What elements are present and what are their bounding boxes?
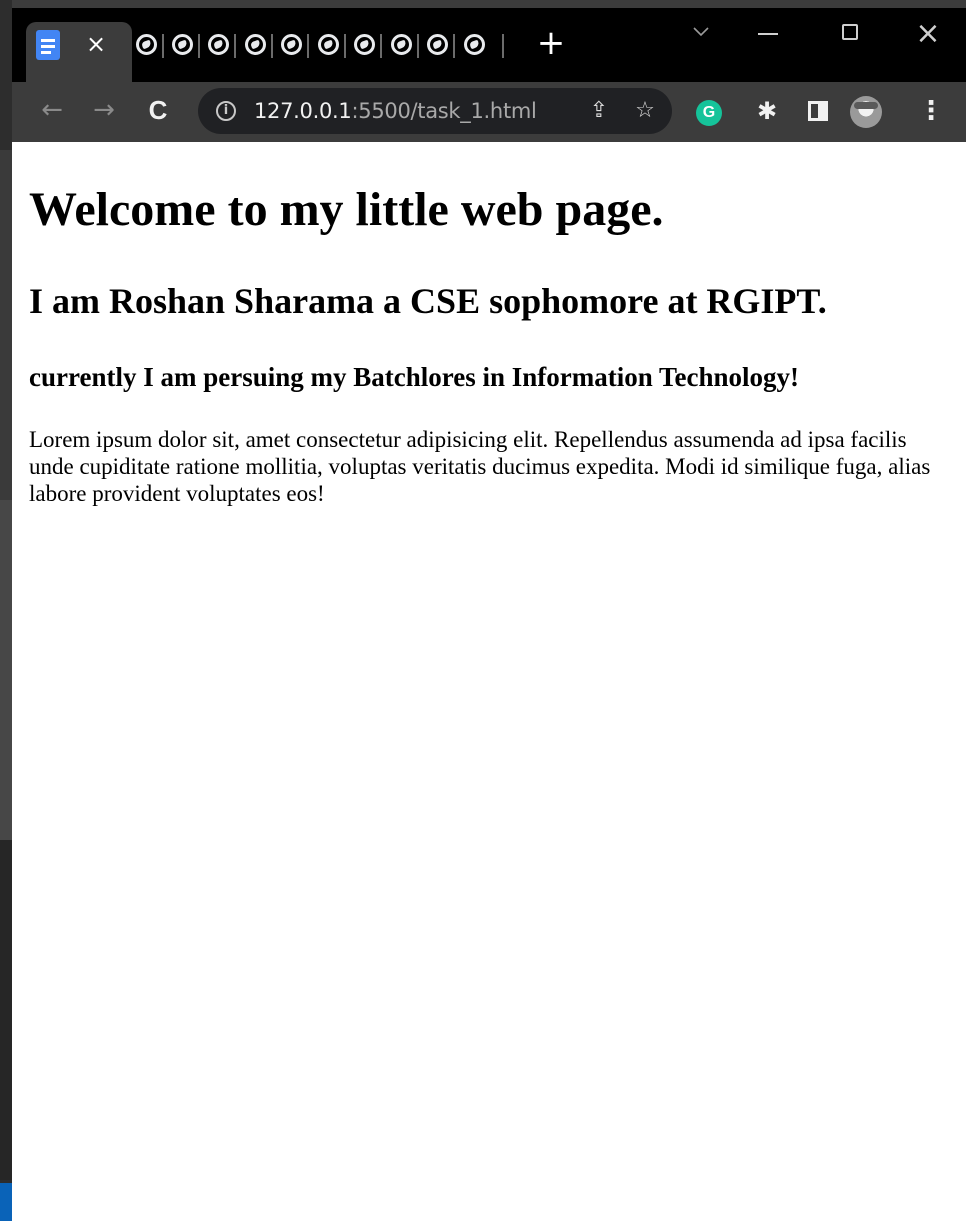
taskbar-accent bbox=[0, 1183, 12, 1221]
docs-icon bbox=[36, 30, 60, 60]
maximize-icon bbox=[842, 24, 858, 40]
background-segment bbox=[0, 150, 12, 500]
tab-separator bbox=[198, 34, 200, 58]
reload-button[interactable]: C bbox=[140, 92, 176, 128]
globe-icon[interactable] bbox=[136, 34, 157, 55]
chevron-down-icon[interactable] bbox=[692, 22, 710, 40]
minimize-icon bbox=[758, 33, 778, 35]
tab-close-icon[interactable]: × bbox=[84, 32, 108, 56]
grammarly-extension-icon[interactable]: G bbox=[696, 100, 722, 126]
globe-icon[interactable] bbox=[208, 34, 229, 55]
background-segment bbox=[0, 840, 12, 1180]
tab-separator bbox=[234, 34, 236, 58]
bookmark-star-icon[interactable]: ☆ bbox=[630, 96, 660, 126]
profile-avatar[interactable] bbox=[850, 96, 882, 128]
tab-separator bbox=[271, 34, 273, 58]
browser-window: × + × ← → C i 127.0.0.1:5500/task_1.html… bbox=[12, 8, 966, 1221]
globe-icon[interactable] bbox=[464, 34, 485, 55]
globe-icon[interactable] bbox=[427, 34, 448, 55]
background-segment bbox=[0, 500, 12, 840]
address-bar[interactable]: i 127.0.0.1:5500/task_1.html ⇪ ☆ bbox=[198, 88, 672, 134]
page-heading-2: I am Roshan Sharama a CSE sophomore at R… bbox=[29, 281, 827, 321]
globe-icon[interactable] bbox=[354, 34, 375, 55]
tab-separator bbox=[307, 34, 309, 58]
back-button[interactable]: ← bbox=[34, 92, 70, 128]
window-close-button[interactable]: × bbox=[908, 16, 948, 52]
maximize-button[interactable] bbox=[830, 16, 870, 52]
extensions-icon[interactable]: ✱ bbox=[752, 96, 782, 126]
tab-separator bbox=[344, 34, 346, 58]
url-text[interactable]: 127.0.0.1:5500/task_1.html bbox=[254, 88, 537, 134]
web-page-content: Welcome to my little web page. I am Rosh… bbox=[12, 142, 966, 1221]
forward-button[interactable]: → bbox=[86, 92, 122, 128]
desktop-background-strip bbox=[0, 0, 12, 1221]
close-icon: × bbox=[915, 16, 941, 51]
page-heading-1: Welcome to my little web page. bbox=[29, 183, 664, 236]
new-tab-button[interactable]: + bbox=[536, 26, 566, 60]
globe-icon[interactable] bbox=[318, 34, 339, 55]
tab-separator bbox=[162, 34, 164, 58]
page-heading-3: currently I am persuing my Batchlores in… bbox=[29, 362, 800, 392]
globe-icon[interactable] bbox=[172, 34, 193, 55]
tab-separator bbox=[502, 34, 504, 58]
globe-icon[interactable] bbox=[281, 34, 302, 55]
tab-strip: × + × bbox=[12, 8, 966, 82]
globe-icon[interactable] bbox=[245, 34, 266, 55]
tab-separator bbox=[417, 34, 419, 58]
share-icon[interactable]: ⇪ bbox=[584, 96, 614, 126]
side-panel-icon[interactable] bbox=[808, 101, 828, 121]
info-icon[interactable]: i bbox=[216, 101, 236, 121]
globe-icon[interactable] bbox=[391, 34, 412, 55]
minimize-button[interactable] bbox=[748, 16, 788, 52]
browser-toolbar: ← → C i 127.0.0.1:5500/task_1.html ⇪ ☆ G… bbox=[12, 82, 966, 142]
page-paragraph: Lorem ipsum dolor sit, amet consectetur … bbox=[29, 427, 931, 506]
window-top-border bbox=[12, 0, 966, 8]
url-host: 127.0.0.1 bbox=[254, 99, 352, 123]
tab-separator bbox=[380, 34, 382, 58]
url-path: :5500/task_1.html bbox=[351, 99, 537, 123]
menu-icon[interactable]: ⋮ bbox=[918, 96, 944, 126]
tab-separator bbox=[453, 34, 455, 58]
